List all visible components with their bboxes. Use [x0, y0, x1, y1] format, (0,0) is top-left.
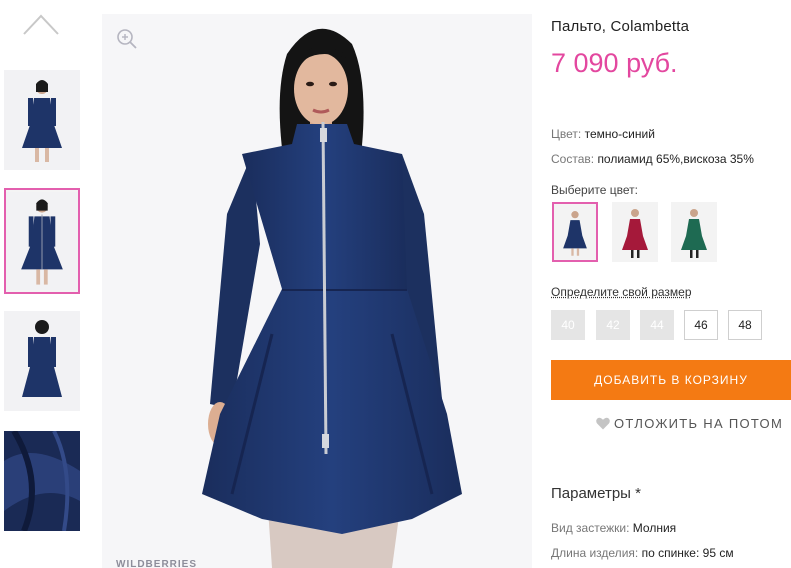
save-for-later-label: ОТЛОЖИТЬ НА ПОТОМ — [614, 416, 784, 431]
param-value: Молния — [632, 521, 677, 535]
size-option-48[interactable]: 48 — [728, 310, 762, 340]
composition-spec-label: Состав: — [551, 152, 595, 166]
thumbnail-fabric-detail[interactable] — [4, 431, 80, 531]
param-label: Вид застежки: — [551, 521, 630, 535]
main-product-image[interactable]: WILDBERRIES — [102, 14, 532, 568]
chevron-up-icon[interactable] — [22, 10, 60, 36]
add-to-cart-button[interactable]: ДОБАВИТЬ В КОРЗИНУ — [551, 360, 791, 400]
thumbnail-front[interactable] — [4, 70, 80, 170]
product-photo — [102, 14, 532, 568]
size-option-40[interactable]: 40 — [551, 310, 585, 340]
thumbnail-front-selected[interactable] — [4, 188, 80, 294]
product-title: Пальто, Colambetta — [551, 18, 690, 35]
product-price: 7 090 руб. — [551, 48, 678, 78]
size-option-44[interactable]: 44 — [640, 310, 674, 340]
size-option-46[interactable]: 46 — [684, 310, 718, 340]
save-for-later-button[interactable]: ОТЛОЖИТЬ НА ПОТОМ — [596, 416, 783, 431]
composition-spec: Состав: полиамид 65%,вискоза 35% — [551, 152, 754, 166]
color-spec-label: Цвет: — [551, 127, 582, 141]
param-row: Длина изделия: по спинке: 95 см — [551, 546, 734, 560]
heart-icon — [596, 417, 610, 430]
watermark: WILDBERRIES — [116, 559, 197, 568]
thumbnail-back[interactable] — [4, 311, 80, 411]
color-spec: Цвет: темно-синий — [551, 127, 655, 141]
zoom-in-icon[interactable] — [116, 28, 138, 50]
size-guide-link[interactable]: Определите свой размер — [551, 285, 692, 299]
param-row: Вид застежки: Молния — [551, 521, 676, 535]
composition-spec-value: полиамид 65%,вискоза 35% — [597, 152, 754, 166]
color-swatch-navy[interactable] — [552, 202, 598, 262]
choose-color-label: Выберите цвет: — [551, 183, 639, 197]
size-option-42[interactable]: 42 — [596, 310, 630, 340]
color-swatch-green[interactable] — [671, 202, 717, 262]
color-spec-value: темно-синий — [584, 127, 655, 141]
params-title: Параметры * — [551, 485, 641, 502]
color-swatch-burgundy[interactable] — [612, 202, 658, 262]
param-value: по спинке: 95 см — [641, 546, 734, 560]
param-label: Длина изделия: — [551, 546, 639, 560]
